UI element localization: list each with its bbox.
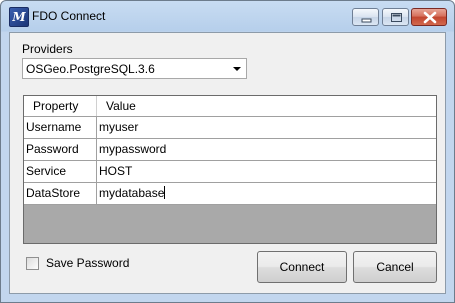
title-bar[interactable]: M FDO Connect — [1, 1, 454, 32]
minimize-button[interactable] — [352, 8, 379, 26]
providers-selected-value: OSGeo.PostgreSQL.3.6 — [26, 62, 155, 76]
close-icon — [423, 11, 437, 24]
connect-button[interactable]: Connect — [257, 251, 347, 283]
fdo-connect-window: M FDO Connect Providers OSGeo.PostgreSQL… — [0, 0, 455, 303]
table-row[interactable]: Username myuser — [24, 117, 436, 139]
property-cell: Password — [24, 139, 97, 160]
table-row[interactable]: Service HOST — [24, 161, 436, 183]
providers-dropdown[interactable]: OSGeo.PostgreSQL.3.6 — [22, 58, 247, 79]
dialog-body: Providers OSGeo.PostgreSQL.3.6 Property … — [9, 32, 446, 294]
column-header-property[interactable]: Property — [24, 96, 97, 116]
value-cell-editing[interactable]: mydatabase — [97, 183, 436, 204]
maximize-icon — [391, 13, 402, 22]
providers-label: Providers — [22, 42, 73, 56]
column-header-value[interactable]: Value — [97, 96, 436, 116]
close-button[interactable] — [411, 8, 447, 26]
window-title: FDO Connect — [32, 9, 106, 23]
property-cell: DataStore — [24, 183, 97, 204]
fdo-app-icon[interactable]: M — [9, 7, 29, 27]
save-password-checkbox[interactable] — [26, 257, 39, 270]
value-cell[interactable]: mypassword — [97, 139, 436, 160]
maximize-button[interactable] — [382, 8, 409, 26]
value-text: mydatabase — [99, 186, 165, 200]
cancel-button[interactable]: Cancel — [353, 251, 437, 283]
value-cell[interactable]: HOST — [97, 161, 436, 182]
property-cell: Username — [24, 117, 97, 138]
connection-properties-grid: Property Value Username myuser Password … — [23, 95, 437, 244]
table-row[interactable]: Password mypassword — [24, 139, 436, 161]
chevron-down-icon — [233, 67, 241, 71]
value-cell[interactable]: myuser — [97, 117, 436, 138]
table-row[interactable]: DataStore mydatabase — [24, 183, 436, 205]
grid-header: Property Value — [24, 96, 436, 117]
text-caret — [164, 186, 166, 199]
property-cell: Service — [24, 161, 97, 182]
minimize-icon — [361, 18, 372, 23]
save-password-label[interactable]: Save Password — [46, 256, 129, 270]
